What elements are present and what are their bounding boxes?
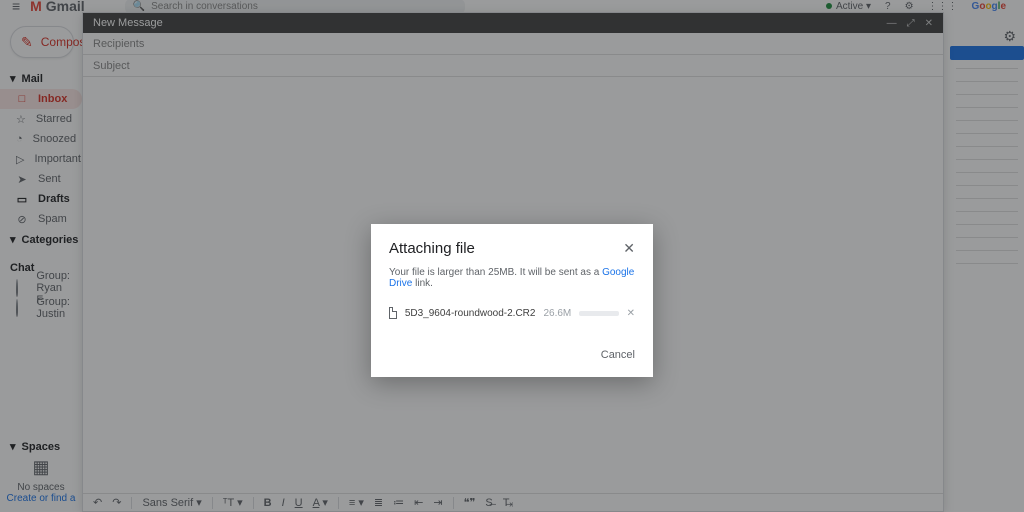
attaching-file-dialog: Attaching file ✕ Your file is larger tha… [371, 224, 653, 377]
dialog-message: Your file is larger than 25MB. It will b… [389, 267, 635, 289]
upload-progress-bar [579, 311, 618, 316]
upload-file-name: 5D3_9604-roundwood-2.CR2 [405, 308, 536, 319]
dialog-title: Attaching file [389, 240, 475, 257]
file-icon [389, 307, 397, 319]
upload-file-size: 26.6M [543, 308, 571, 319]
cancel-upload-icon[interactable]: ✕ [627, 308, 635, 319]
cancel-button[interactable]: Cancel [601, 349, 635, 361]
close-icon[interactable]: ✕ [623, 240, 635, 257]
upload-file-row: 5D3_9604-roundwood-2.CR2 26.6M ✕ [389, 307, 635, 319]
